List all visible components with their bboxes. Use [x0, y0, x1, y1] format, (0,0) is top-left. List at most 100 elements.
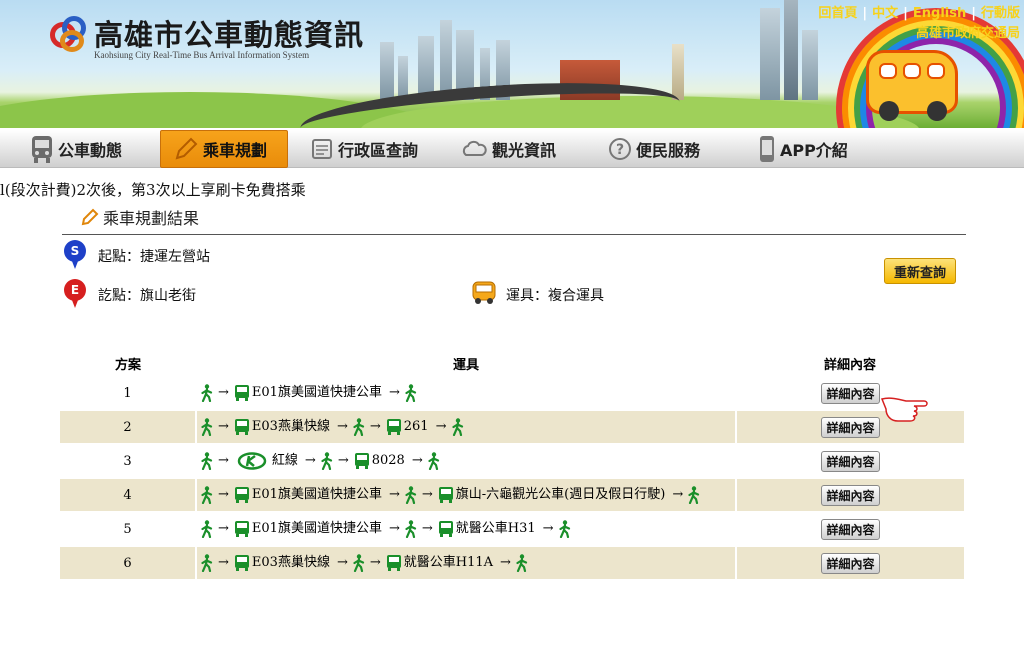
walk-icon [353, 417, 364, 436]
bus-window [903, 63, 921, 79]
nav-item-public-services[interactable]: ? 便民服務 [608, 130, 700, 168]
detail-button[interactable]: 詳細內容 [821, 552, 880, 574]
bus-window [879, 63, 897, 79]
mrt-icon [237, 451, 267, 470]
bus-icon [386, 554, 401, 571]
arrow-icon: → [336, 555, 348, 570]
table-row: 5 → E01旗美國道快捷公車 → → 就醫公車H31 → 詳細內容 [60, 511, 964, 546]
route-results-table: 方案 運具 詳細內容 1 → E01旗美國道快捷公車 → 詳細內容 2 → E03燕巢快線 → →… [60, 352, 964, 579]
arrow-icon: → [218, 521, 229, 536]
nav-label: 乘車規劃 [203, 141, 268, 160]
walk-icon [321, 451, 332, 470]
arrow-icon: → [500, 555, 511, 570]
nav-item-app-intro[interactable]: APP介紹 [758, 130, 848, 168]
nav-item-district-search[interactable]: 行政區查詢 [310, 130, 418, 168]
walk-icon [353, 553, 364, 572]
bureau-name[interactable]: 高雄市政府交通局 [916, 22, 1020, 41]
column-header-detail: 詳細內容 [823, 358, 876, 373]
table-row: 6 → E03燕巢快線 → → 就醫公車H11A → 詳細內容 [60, 545, 964, 579]
plan-number: 3 [60, 443, 196, 478]
home-link[interactable]: 回首頁 [818, 2, 857, 21]
skyline-building [802, 30, 818, 100]
arrow-icon: → [304, 453, 316, 468]
question-icon: ? [609, 138, 631, 160]
skyline-building [760, 8, 780, 100]
english-link[interactable]: English [913, 6, 966, 21]
divider: | [903, 6, 908, 21]
divider [62, 234, 966, 235]
fare-notice: l(段次計費)2次後，第3次以上享刷卡免費搭乘 [0, 181, 306, 199]
walk-icon [201, 383, 213, 402]
skyline-building [398, 56, 408, 100]
phone-icon [760, 136, 774, 162]
arrow-icon: → [218, 453, 229, 468]
walk-icon [201, 485, 213, 504]
table-row: 4 → E01旗美國道快捷公車 → → 旗山-六龜觀光公車(週日及假日行駛) → 詳細內容 [60, 477, 964, 512]
city-logo[interactable] [50, 16, 90, 54]
route-segments: → E01旗美國道快捷公車 → → 旗山-六龜觀光公車(週日及假日行駛) → [195, 477, 736, 512]
bus-icon [32, 136, 52, 163]
column-header-vehicle: 運具 [452, 358, 479, 373]
arrow-icon: → [218, 385, 229, 400]
nav-item-tourism-info[interactable]: 觀光資訊 [460, 130, 556, 168]
route-label: 261 [403, 419, 429, 434]
nav-label: 行政區查詢 [338, 141, 419, 160]
route-label: 就醫公車H11A [403, 555, 494, 570]
chinese-link[interactable]: 中文 [872, 2, 898, 21]
walk-icon [201, 451, 213, 470]
arrow-icon: → [388, 521, 400, 536]
plan-number: 6 [60, 545, 196, 579]
route-segments: → E03燕巢快線 → → 就醫公車H11A → [195, 545, 736, 579]
arrow-icon: → [388, 385, 400, 400]
walk-icon [405, 519, 416, 538]
walk-icon [201, 519, 213, 538]
detail-button[interactable]: 詳細內容 [821, 450, 880, 472]
divider: | [971, 6, 976, 21]
bus-icon [386, 418, 401, 435]
start-pin-icon: S [64, 240, 86, 270]
route-label: E03燕巢快線 [251, 419, 330, 434]
document-icon [312, 139, 332, 159]
route-segments: → E03燕巢快線 → → 261 → [195, 409, 736, 444]
column-header-plan: 方案 [114, 358, 141, 373]
route-label: 旗山-六龜觀光公車(週日及假日行駛) [455, 487, 666, 502]
result-heading: 乘車規劃結果 [80, 205, 199, 229]
arrow-icon: → [218, 555, 229, 570]
banner-road [298, 72, 682, 128]
detail-button[interactable]: 詳細內容 [821, 382, 880, 404]
nav-item-bus-dynamics[interactable]: 公車動態 [30, 130, 122, 168]
walk-icon [405, 383, 416, 402]
mobile-link[interactable]: 行動版 [981, 2, 1020, 21]
bus-icon [438, 486, 453, 503]
bus-window [927, 63, 945, 79]
nav-label: 觀光資訊 [492, 141, 557, 160]
result-heading-text: 乘車規劃結果 [103, 209, 200, 228]
arrow-icon: → [421, 521, 433, 536]
bus-icon [234, 554, 249, 571]
vehicle-type: 運具：複合運具 [506, 288, 604, 304]
detail-button[interactable]: 詳細內容 [821, 416, 880, 438]
requery-button[interactable]: 重新查詢 [884, 258, 956, 284]
tower-85 [784, 0, 798, 100]
detail-button[interactable]: 詳細內容 [821, 484, 880, 506]
pin-letter: E [64, 279, 86, 301]
plan-number: 5 [60, 511, 196, 546]
nav-label: 公車動態 [58, 141, 123, 160]
cloud-icon [462, 140, 487, 156]
bus-icon [234, 418, 249, 435]
bus-icon [234, 486, 249, 503]
route-label: E01旗美國道快捷公車 [251, 487, 382, 502]
arrow-icon: → [672, 487, 684, 502]
bus-icon [354, 452, 369, 469]
nav-item-route-planning[interactable]: 乘車規劃 [160, 130, 288, 168]
walk-icon [201, 553, 213, 572]
plan-number: 1 [60, 375, 196, 410]
route-label: E01旗美國道快捷公車 [251, 521, 382, 536]
detail-cell: 詳細內容 [735, 545, 964, 579]
detail-button[interactable]: 詳細內容 [821, 518, 880, 540]
nav-label: 便民服務 [636, 141, 701, 160]
skyline-building [440, 20, 452, 100]
main-nav: 公車動態 乘車規劃 行政區查詢 觀光資訊 ? 便民服務 APP介紹 [0, 130, 1024, 168]
divider: | [862, 6, 868, 21]
arrow-icon: → [369, 555, 381, 570]
